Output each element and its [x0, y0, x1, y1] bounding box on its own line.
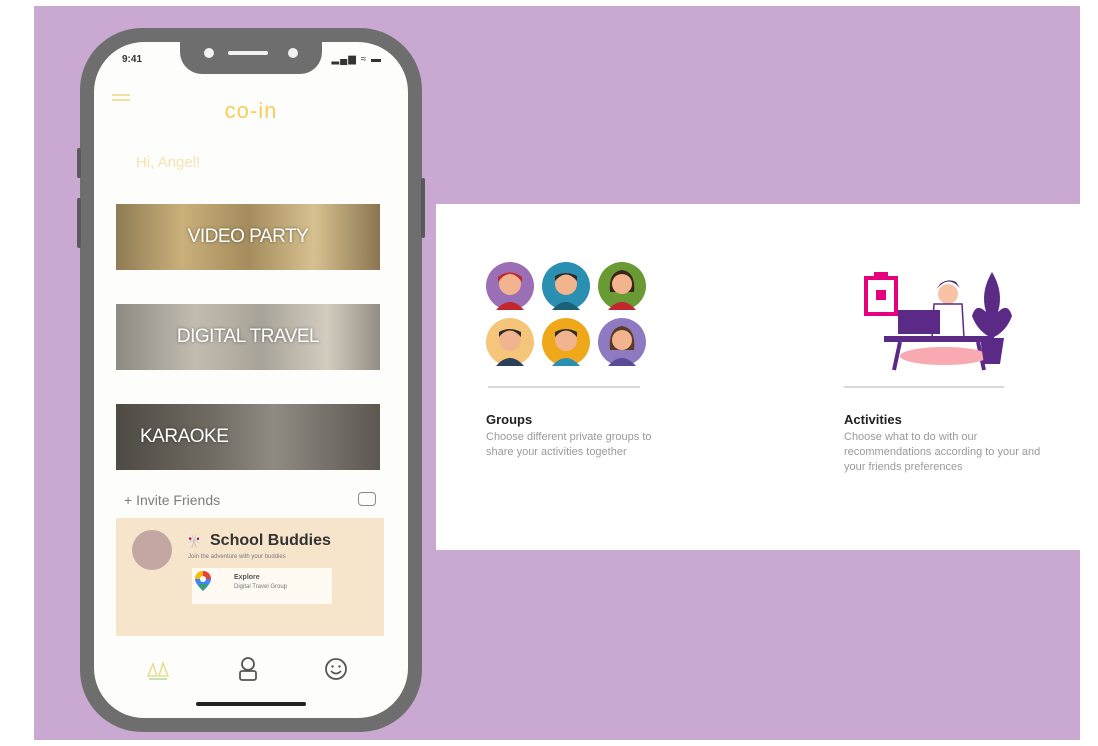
group-card[interactable]: 🎌 School Buddies Join the adventure with… — [116, 518, 384, 636]
tab-party[interactable] — [138, 652, 178, 686]
phone-notch — [180, 42, 322, 74]
feature-title-groups: Groups — [486, 412, 533, 427]
avatar — [132, 530, 172, 570]
phone-side-button — [77, 198, 81, 248]
tab-bar — [94, 652, 408, 692]
map-subtitle: Digital Travel Group — [234, 584, 288, 590]
map-title: Explore — [234, 574, 260, 581]
tab-emoji[interactable] — [316, 652, 356, 686]
activities-illustration — [864, 272, 1012, 371]
app-logo: co-in — [224, 98, 278, 123]
chat-icon[interactable] — [358, 492, 376, 506]
feature-desc-activities: Choose what to do with our recommendatio… — [844, 431, 1041, 473]
party-icon — [146, 660, 170, 680]
status-icons: ▂▄▆ ≈ ▬ — [331, 54, 382, 65]
phone-mockup: 9:41 ▂▄▆ ≈ ▬ co-in Hi, Angel! VIDEO PART… — [77, 28, 425, 732]
banner-digital-travel[interactable]: DIGITAL TRAVEL — [116, 304, 380, 370]
group-title: School Buddies — [210, 532, 331, 549]
banner-karaoke[interactable]: KARAOKE — [116, 404, 380, 470]
avatar-face — [598, 262, 646, 310]
sensor-dot — [288, 48, 298, 58]
avatar-face — [486, 318, 534, 366]
status-time: 9:41 — [122, 54, 143, 65]
banner-label: KARAOKE — [140, 426, 229, 447]
divider — [844, 386, 1004, 388]
tab-profile[interactable] — [228, 652, 268, 686]
group-subtitle: Join the adventure with your buddies — [188, 554, 286, 560]
avatar-face — [598, 318, 646, 366]
banner-label: VIDEO PARTY — [187, 226, 309, 247]
banner-label: DIGITAL TRAVEL — [176, 326, 320, 347]
avatar-face — [542, 318, 590, 366]
phone-screen: 9:41 ▂▄▆ ≈ ▬ co-in Hi, Angel! VIDEO PART… — [94, 42, 408, 718]
phone-side-button — [421, 178, 425, 238]
avatar-face — [542, 262, 590, 310]
greeting: Hi, Angel! — [136, 154, 201, 171]
smiley-icon — [325, 658, 347, 680]
avatar-face — [486, 262, 534, 310]
phone-side-button — [77, 148, 81, 178]
divider — [488, 386, 640, 388]
invite-friends-link[interactable]: + Invite Friends — [124, 492, 220, 508]
banner-video-party[interactable]: VIDEO PARTY — [116, 204, 380, 270]
feature-desc-groups: Choose different private groups to share… — [486, 431, 652, 458]
feature-title-activities: Activities — [844, 412, 902, 427]
profile-icon — [239, 657, 257, 681]
map-pin-icon — [195, 571, 211, 591]
speaker-bar — [228, 51, 268, 55]
home-indicator — [196, 702, 306, 706]
camera-dot — [204, 48, 214, 58]
feature-panel: Groups Choose different private groups t… — [436, 204, 1080, 550]
canvas: 9:41 ▂▄▆ ≈ ▬ co-in Hi, Angel! VIDEO PART… — [34, 6, 1080, 740]
flag-icon: 🎌 — [186, 534, 203, 549]
